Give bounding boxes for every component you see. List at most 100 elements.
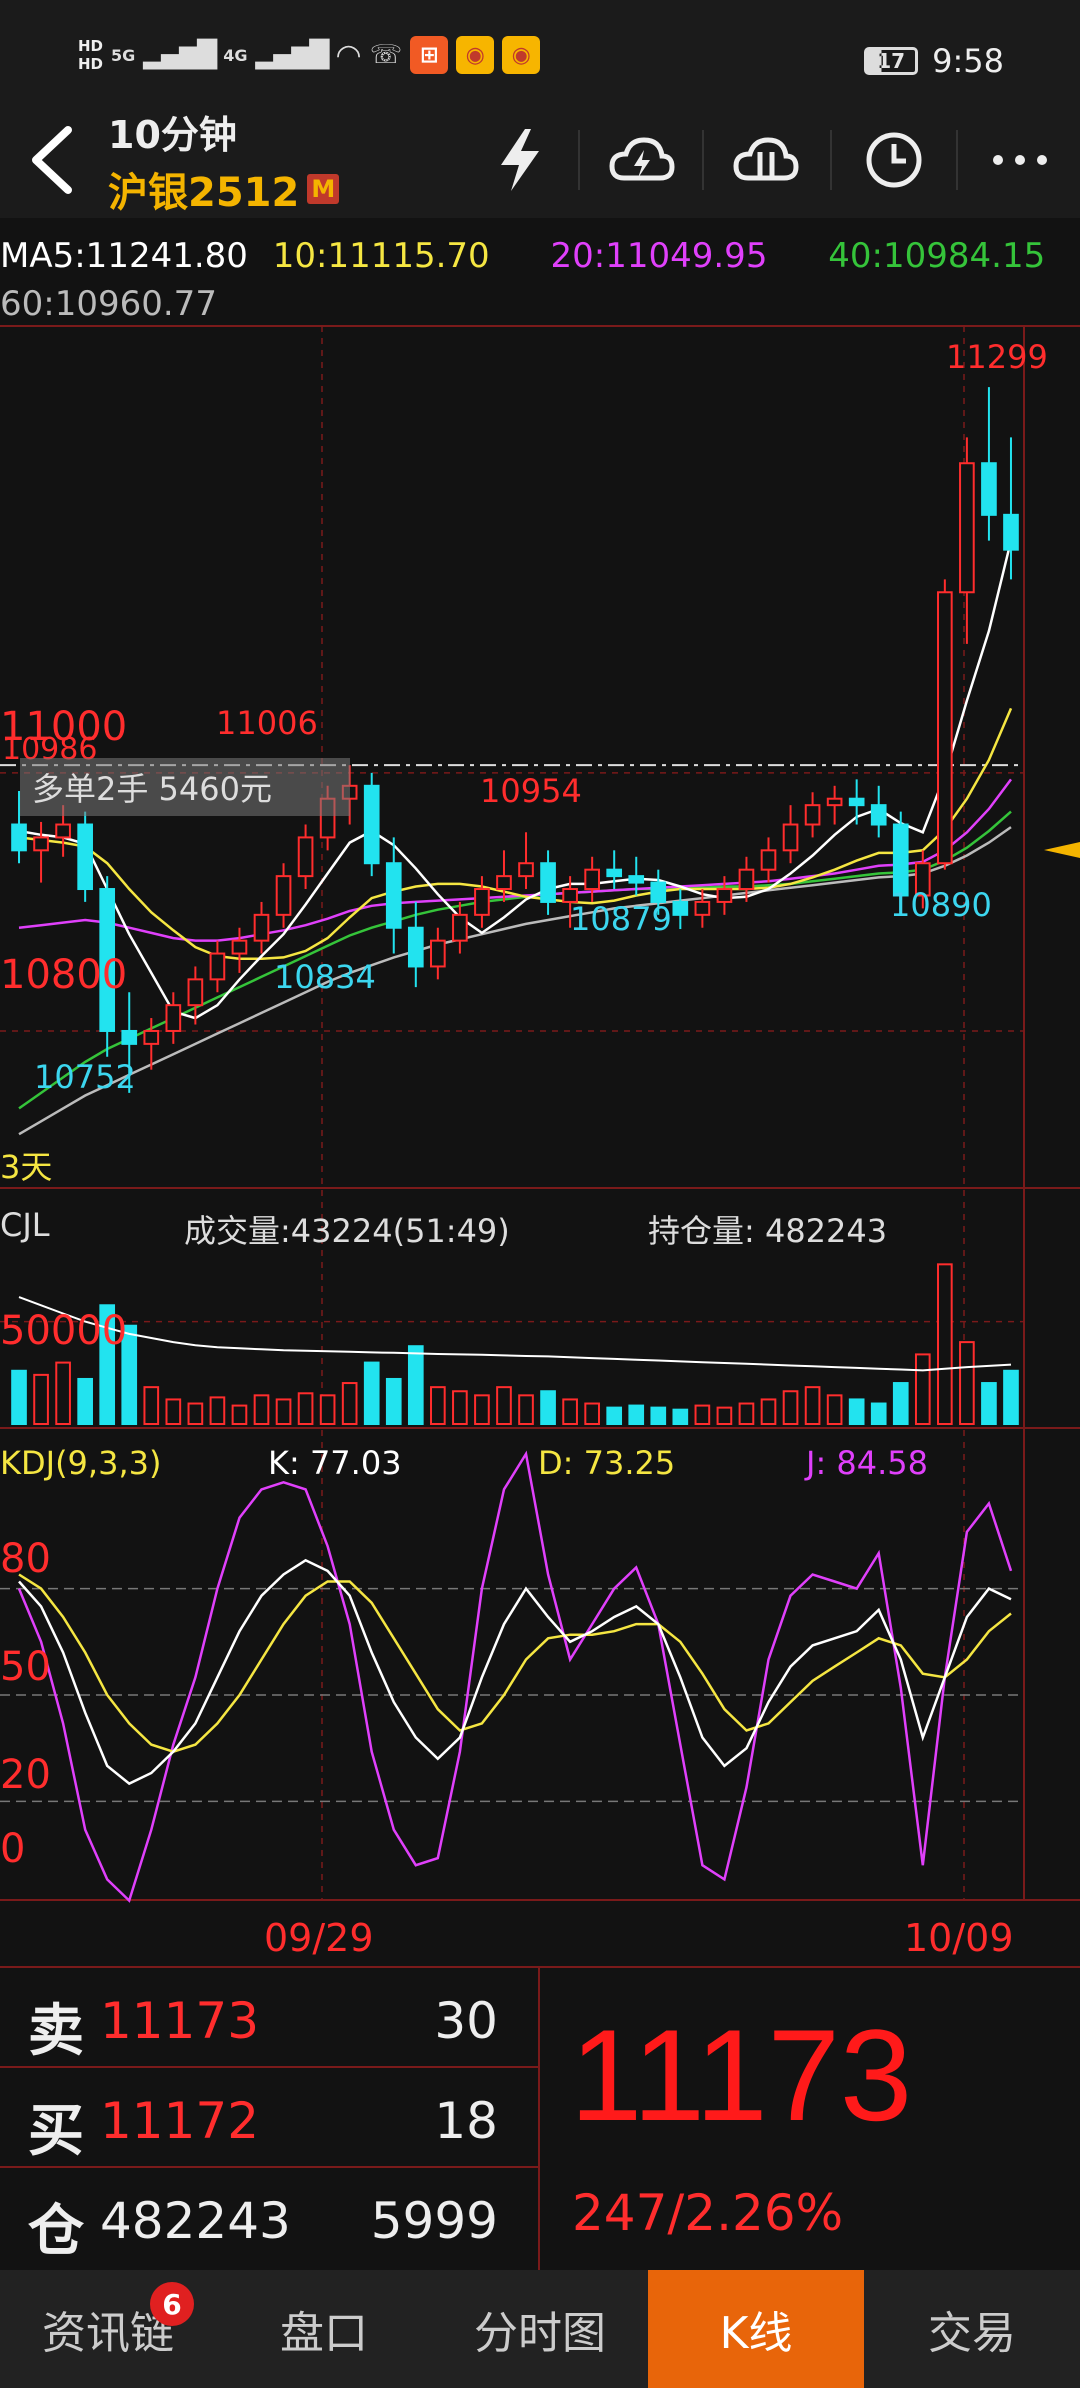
tab-label: 交易: [928, 2308, 1016, 2359]
volume-bar: [606, 1406, 623, 1426]
tab-order-book[interactable]: 盘口: [216, 2270, 432, 2388]
sell-qty: 30: [434, 1992, 498, 2050]
clock-icon[interactable]: [858, 124, 930, 196]
candle-body: [452, 913, 468, 942]
back-arrow-icon[interactable]: [22, 122, 82, 198]
volume-bar: [584, 1402, 600, 1426]
annotation-low: 10752: [34, 1058, 136, 1096]
ma40-line: [18, 810, 1012, 1110]
sell-row[interactable]: 卖 11173 30: [0, 1968, 538, 2068]
candle-body: [937, 591, 953, 865]
volume-bar: [33, 1373, 49, 1426]
tab-trade[interactable]: 交易: [864, 2270, 1080, 2388]
volume-bar: [77, 1377, 93, 1426]
annotation-high: 10954: [480, 772, 582, 810]
weibo-icon-2: ◉: [502, 36, 541, 74]
status-right: 17 9:58: [864, 42, 1004, 80]
candle-body: [363, 784, 380, 865]
main-contract-badge: M: [307, 174, 340, 204]
volume-bar: [562, 1398, 578, 1426]
volume-bar: [297, 1392, 314, 1425]
ma-legend: MA5:11241.80 10:11115.70 20:11049.95 40:…: [0, 236, 1045, 276]
cloud-transfer-icon[interactable]: [730, 124, 802, 196]
battery-level: 17: [877, 49, 906, 73]
kdj-level: 20: [0, 1752, 51, 1798]
net-type-2: 4G: [223, 45, 248, 65]
ma10-value: 10:11115.70: [272, 236, 490, 276]
wifi-icon: ◠: [335, 37, 362, 73]
symbol-title[interactable]: 沪银2512 M: [108, 160, 340, 218]
candle-body: [870, 804, 887, 826]
tab-news-chain[interactable]: 资讯链 6: [0, 2270, 216, 2388]
candle-body: [231, 939, 248, 955]
current-price-marker: [1044, 842, 1080, 858]
tab-kline[interactable]: K线: [648, 2270, 864, 2388]
volume-bar: [892, 1382, 909, 1426]
tab-label: K线: [719, 2308, 793, 2359]
more-icon[interactable]: [984, 124, 1056, 196]
volume-bar: [165, 1398, 182, 1426]
buy-row[interactable]: 买 11172 18: [0, 2068, 538, 2168]
candle-body: [496, 875, 512, 891]
tab-label: 分时图: [474, 2308, 606, 2359]
volume-bar: [981, 1382, 997, 1426]
candle-body: [143, 1029, 160, 1045]
kdj-level: 80: [0, 1536, 51, 1582]
candle-body: [430, 939, 446, 968]
candle-body: [385, 862, 402, 929]
chart-area[interactable]: 11000 10986 10800 11299 11006 10954 1075…: [0, 320, 1080, 1960]
position-tip[interactable]: 多单2手 5460元: [20, 758, 350, 816]
kline-chart-svg[interactable]: [0, 320, 1080, 1960]
annotation-low: 10879: [570, 900, 672, 938]
candle-body: [848, 797, 865, 807]
buy-label: 买: [28, 2099, 84, 2164]
cloud-sync-icon[interactable]: [606, 124, 678, 196]
candle-body: [297, 836, 314, 878]
volume-bar: [341, 1382, 358, 1426]
lightning-icon[interactable]: [484, 124, 556, 196]
volume-bar: [694, 1404, 711, 1425]
volume-bar: [452, 1390, 468, 1426]
candle-body: [584, 868, 600, 891]
date-label: 09/29: [264, 1916, 374, 1960]
open-interest-row: 仓 482243 5999: [0, 2168, 538, 2268]
bottom-tab-bar: 资讯链 6 盘口 分时图 K线 交易: [0, 2270, 1080, 2388]
candle-body: [121, 1029, 138, 1045]
tab-intraday[interactable]: 分时图: [432, 2270, 648, 2388]
volume-bar: [1003, 1369, 1019, 1426]
header-divider: [830, 130, 832, 190]
hd-indicator: HD HD: [78, 37, 103, 73]
candle-body: [77, 823, 93, 891]
volume-bar: [407, 1345, 424, 1426]
candle-body: [55, 823, 71, 839]
candle-body: [606, 868, 623, 878]
volume-bar: [870, 1402, 887, 1426]
quote-divider: [538, 1968, 540, 2272]
volume-bar: [540, 1390, 556, 1426]
status-left: HD HD 5G ▂▄▆█ 4G ▂▄▆█ ◠ ☏ ⊞ ◉ ◉: [78, 36, 541, 74]
date-label: 10/09: [904, 1916, 1014, 1960]
signal-icon: ▂▄▆█: [143, 40, 217, 70]
header-bar: 10分钟 沪银2512 M: [0, 100, 1080, 218]
candle-body: [209, 952, 226, 981]
candle-body: [1003, 513, 1019, 551]
period-title[interactable]: 10分钟: [108, 104, 237, 159]
candle-body: [672, 900, 689, 916]
ma60-line: [18, 826, 1012, 1136]
volume-title: CJL: [0, 1206, 50, 1244]
kdj-k: K: 77.03: [268, 1444, 402, 1482]
weibo-icon: ◉: [456, 36, 495, 74]
annotation-low: 10834: [274, 958, 376, 996]
volume-bar: [782, 1390, 799, 1426]
volume-bar: [430, 1386, 446, 1426]
ma40-value: 40:10984.15: [828, 236, 1046, 276]
sell-price: 11173: [100, 1992, 260, 2050]
header-divider: [578, 130, 580, 190]
kdj-level: 50: [0, 1644, 51, 1690]
volume-bar: [275, 1398, 292, 1426]
volume-bar: [385, 1377, 402, 1426]
volume-bar: [363, 1361, 380, 1426]
ma20-value: 20:11049.95: [550, 236, 768, 276]
volume-bar: [209, 1396, 226, 1425]
candle-body: [959, 462, 975, 594]
